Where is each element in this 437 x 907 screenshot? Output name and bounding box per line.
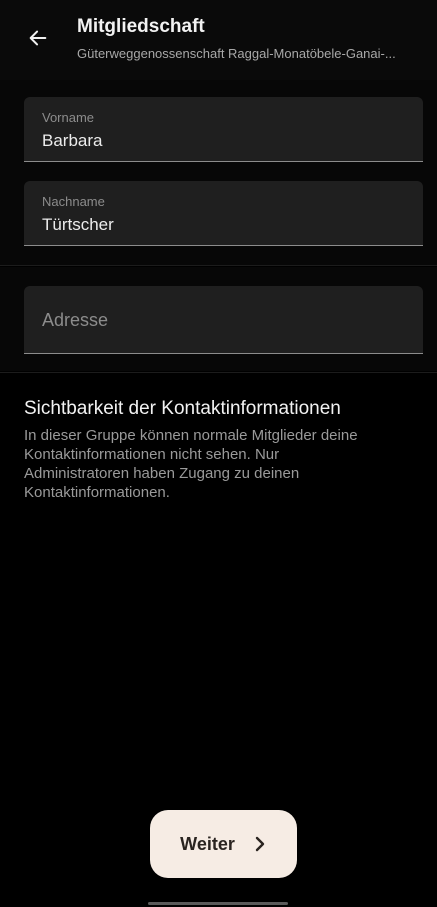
arrow-left-icon (29, 30, 47, 46)
page-subtitle: Güterweggenossenschaft Raggal-Monatöbele… (77, 46, 396, 61)
address-placeholder: Adresse (42, 310, 109, 330)
last-name-value[interactable]: Türtscher (42, 215, 114, 235)
home-indicator[interactable] (148, 902, 288, 905)
last-name-label: Nachname (42, 194, 105, 209)
section-divider (0, 265, 437, 266)
next-button[interactable]: Weiter (150, 810, 297, 878)
chevron-right-icon (253, 836, 267, 852)
page-title: Mitgliedschaft (77, 16, 205, 37)
name-section: Vorname Barbara Nachname Türtscher (0, 80, 437, 265)
visibility-description: In dieser Gruppe können normale Mitglied… (24, 427, 358, 501)
back-button[interactable] (22, 22, 54, 54)
address-section: Adresse (0, 267, 437, 371)
visibility-title: Sichtbarkeit der Kontaktinformationen (24, 398, 341, 419)
next-button-label: Weiter (180, 833, 235, 854)
section-divider (0, 372, 437, 373)
first-name-value[interactable]: Barbara (42, 131, 102, 151)
first-name-field[interactable]: Vorname Barbara (24, 97, 423, 162)
last-name-field[interactable]: Nachname Türtscher (24, 181, 423, 246)
address-field[interactable]: Adresse (24, 286, 423, 354)
app-bar: Mitgliedschaft Güterweggenossenschaft Ra… (0, 0, 437, 80)
first-name-label: Vorname (42, 110, 95, 125)
